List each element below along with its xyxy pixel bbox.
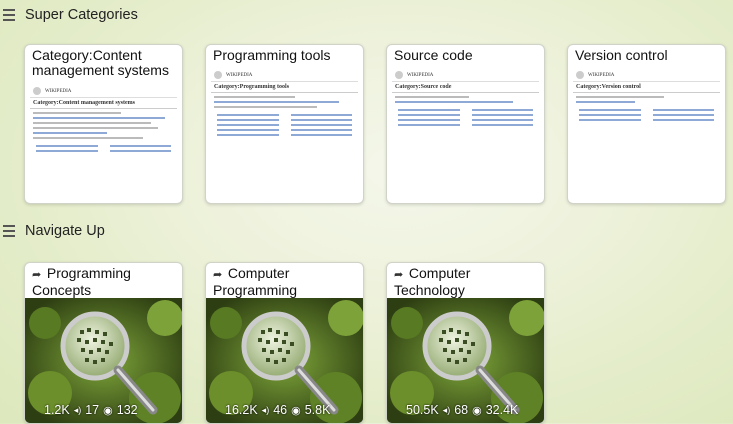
romanesco-magnifier-image: 50.5K ◂) 68 ◉ 32.4K bbox=[387, 298, 544, 423]
items-count: 16.2K bbox=[225, 403, 258, 417]
super-category-card[interactable]: Version control WIKIPEDIA Category:Versi… bbox=[567, 44, 726, 204]
audio-icon: ◂) bbox=[261, 404, 270, 415]
card-title: Programming Concepts bbox=[32, 265, 131, 298]
eye-icon: ◉ bbox=[103, 404, 113, 417]
thumbnail-page-title: Category:Content management systems bbox=[30, 98, 177, 109]
share-arrow-icon: ➦ bbox=[394, 269, 404, 281]
card-stats: 50.5K ◂) 68 ◉ 32.4K bbox=[393, 403, 518, 417]
audio-count: 17 bbox=[85, 403, 100, 417]
thumbnail-page-title: Category:Version control bbox=[573, 82, 720, 93]
grid-icon bbox=[31, 406, 40, 415]
grid-icon bbox=[212, 406, 221, 415]
super-category-card[interactable]: Source code WIKIPEDIA Category:Source co… bbox=[386, 44, 545, 204]
eye-icon: ◉ bbox=[291, 404, 301, 417]
items-count: 50.5K bbox=[406, 403, 439, 417]
eye-icon: ◉ bbox=[472, 404, 482, 417]
grid-icon bbox=[393, 406, 402, 415]
views-count: 132 bbox=[116, 403, 138, 417]
super-category-card[interactable]: Programming tools WIKIPEDIA Category:Pro… bbox=[205, 44, 364, 204]
wiki-page-thumbnail: WIKIPEDIA Category:Content management sy… bbox=[30, 85, 177, 201]
views-count: 5.8K bbox=[304, 403, 331, 417]
wiki-page-thumbnail: WIKIPEDIA Category:Source code bbox=[392, 69, 539, 201]
list-lines-icon bbox=[3, 225, 15, 237]
audio-icon: ◂) bbox=[73, 404, 82, 415]
audio-count: 46 bbox=[273, 403, 288, 417]
share-arrow-icon: ➦ bbox=[32, 269, 42, 281]
views-count: 32.4K bbox=[485, 403, 519, 417]
thumbnail-page-title: Category:Source code bbox=[392, 82, 539, 93]
section-title: Super Categories bbox=[25, 7, 138, 23]
navigate-up-card[interactable]: ➦ Computer Technology 50.5K ◂) 68 ◉ 32.4… bbox=[386, 262, 545, 424]
thumbnail-page-title: Category:Programming tools bbox=[211, 82, 358, 93]
items-count: 1.2K bbox=[44, 403, 70, 417]
card-title: Category:Content management systems bbox=[32, 47, 169, 78]
card-title: Computer Programming bbox=[213, 265, 298, 298]
audio-count: 68 bbox=[454, 403, 469, 417]
card-stats: 1.2K ◂) 17 ◉ 132 bbox=[31, 403, 138, 417]
romanesco-magnifier-image: 1.2K ◂) 17 ◉ 132 bbox=[25, 298, 182, 423]
card-title: Computer Technology bbox=[394, 265, 471, 298]
list-lines-icon bbox=[3, 9, 15, 21]
audio-icon: ◂) bbox=[442, 404, 451, 415]
section-title: Navigate Up bbox=[25, 223, 105, 239]
romanesco-magnifier-image: 16.2K ◂) 46 ◉ 5.8K bbox=[206, 298, 363, 423]
navigate-up-card[interactable]: ➦ Computer Programming 16.2K ◂) 46 ◉ 5.8… bbox=[205, 262, 364, 424]
super-category-card[interactable]: Category:Content management systems WIKI… bbox=[24, 44, 183, 204]
super-categories-heading[interactable]: Super Categories bbox=[0, 2, 138, 28]
navigate-up-card[interactable]: ➦ Programming Concepts 1.2K ◂) 17 ◉ 132 bbox=[24, 262, 183, 424]
card-stats: 16.2K ◂) 46 ◉ 5.8K bbox=[212, 403, 330, 417]
share-arrow-icon: ➦ bbox=[213, 269, 223, 281]
wiki-page-thumbnail: WIKIPEDIA Category:Programming tools bbox=[211, 69, 358, 201]
wiki-page-thumbnail: WIKIPEDIA Category:Version control bbox=[573, 69, 720, 201]
navigate-up-heading[interactable]: Navigate Up bbox=[0, 218, 105, 244]
